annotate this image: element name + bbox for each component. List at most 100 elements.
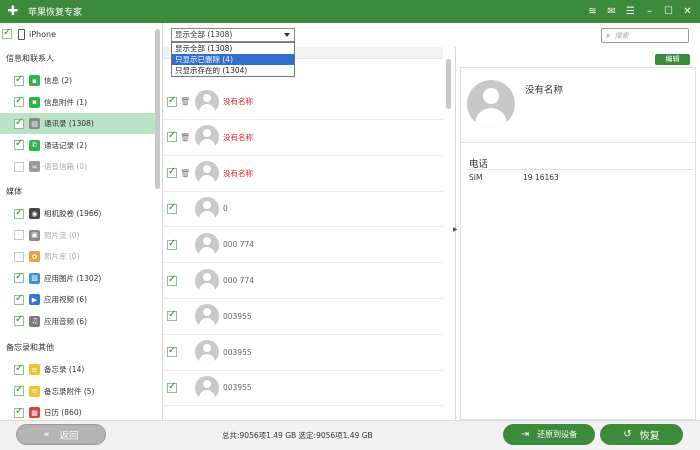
notes-icon: ≡ — [29, 364, 40, 375]
contact-checkbox[interactable] — [167, 381, 177, 393]
sidebar-section-title: 信息和联系人 — [6, 54, 54, 63]
contact-name: 000 774 — [223, 240, 255, 250]
phone-section-title: 电话 — [469, 159, 489, 170]
search-icon: ⌕ — [606, 30, 611, 40]
sidebar-item[interactable]: ▶ 应用视频 (6) — [0, 289, 155, 310]
contact-row[interactable]: 🗑 没有名称 — [163, 156, 443, 192]
filter-option[interactable]: 只显示存在的 (1304) — [172, 65, 294, 76]
sidebar-item-checkbox[interactable] — [14, 95, 24, 107]
sidebar-item-checkbox[interactable] — [14, 138, 24, 150]
restore-icon: ↺ — [623, 429, 632, 440]
device-row[interactable]: iPhone — [0, 26, 155, 42]
message-icon[interactable]: ✉ — [605, 5, 618, 18]
contact-row[interactable]: 000 774 — [163, 263, 443, 299]
sidebar-item[interactable]: ≡ 备忘录附件 (5) — [0, 381, 155, 402]
restore-to-device-button[interactable]: ⇥ 还原到设备 — [503, 424, 595, 445]
sidebar-item[interactable]: ≡ 备忘录 (14) — [0, 359, 155, 380]
contact-detail-card: 没有名称 电话 SIM 19 16163 — [460, 67, 696, 420]
sidebar-item-checkbox[interactable] — [14, 117, 24, 129]
contact-row[interactable]: 003955 — [163, 335, 443, 371]
contact-row[interactable]: 003955 — [163, 299, 443, 335]
sidebar-item-label: 备忘录附件 (5) — [44, 386, 95, 396]
device-label: iPhone — [29, 29, 57, 39]
edit-button[interactable]: 编辑 — [655, 54, 690, 65]
app-title: 苹果恢复专家 — [28, 8, 83, 18]
contact-row[interactable]: 0 — [163, 191, 443, 228]
sidebar-item[interactable]: ▣ 照片流 (0) — [0, 225, 155, 246]
filter-select[interactable]: 显示全部 (1308) — [171, 28, 295, 42]
sidebar-item-checkbox[interactable] — [14, 314, 24, 326]
contact-checkbox[interactable] — [167, 202, 177, 214]
sidebar-item-checkbox[interactable] — [14, 251, 24, 262]
contact-row[interactable]: 🗑 没有名称 — [163, 84, 443, 120]
sidebar-item-checkbox[interactable] — [14, 406, 24, 418]
contact-name: 000 774 — [223, 276, 255, 285]
message-attachment-icon: ▪ — [29, 96, 40, 108]
sidebar-item-checkbox[interactable] — [14, 384, 24, 396]
sidebar-item[interactable]: ◉ 相机胶卷 (1966) — [0, 203, 155, 224]
contact-row[interactable]: 🗑 没有名称 — [163, 120, 443, 156]
search-box[interactable]: ⌕ 搜索 — [601, 28, 689, 43]
message-icon: ▪ — [29, 75, 40, 86]
sidebar-item-checkbox[interactable] — [14, 161, 24, 172]
app-logo-icon: ✚ — [7, 3, 19, 19]
sidebar-item-label: 相机胶卷 (1966) — [44, 209, 102, 218]
calendar-icon: ▦ — [29, 407, 40, 418]
sidebar-item[interactable]: ✿ 照片库 (0) — [0, 246, 155, 267]
sidebar-item[interactable]: ▪ 信息 (2) — [0, 70, 155, 91]
contact-row[interactable]: 000 774 — [163, 227, 443, 264]
contact-checkbox[interactable] — [167, 309, 177, 322]
sidebar-item[interactable]: ▤ 通讯录 (1308) — [0, 113, 155, 134]
double-chevron-left-icon: « — [43, 429, 50, 440]
sidebar-item[interactable]: ✆ 通话记录 (2) — [0, 135, 155, 156]
filter-option[interactable]: 只显示已删除 (4) — [172, 54, 294, 65]
sidebar-item[interactable]: ∞ 语音信箱 (0) — [0, 156, 155, 177]
contact-avatar — [195, 232, 219, 257]
sidebar-section-title: 媒体 — [6, 187, 22, 196]
contact-name: 003955 — [223, 311, 252, 321]
list-scrollbar[interactable] — [446, 59, 451, 109]
menu-icon[interactable]: ☰ — [624, 5, 637, 18]
trash-icon: 🗑 — [180, 97, 191, 106]
filter-selected-value: 显示全部 (1308) — [175, 30, 233, 39]
contact-checkbox[interactable] — [167, 238, 177, 250]
sidebar-item-checkbox[interactable] — [14, 271, 24, 283]
contact-checkbox[interactable] — [167, 130, 177, 143]
maximize-icon[interactable]: ☐ — [662, 5, 675, 18]
contact-row[interactable]: 003955 — [163, 370, 443, 407]
sidebar-item-checkbox[interactable] — [14, 293, 24, 305]
phone-number: 19 16163 — [523, 173, 559, 182]
sidebar-scrollbar[interactable] — [155, 29, 160, 189]
filter-option[interactable]: 显示全部 (1308) — [172, 43, 294, 54]
device-checkbox[interactable] — [2, 27, 12, 39]
app-photos-icon: ▨ — [29, 272, 40, 284]
wifi-icon[interactable]: ≋ — [586, 5, 599, 18]
trash-icon: 🗑 — [180, 168, 191, 178]
camera-icon: ◉ — [29, 208, 40, 219]
sidebar-item[interactable]: ▦ 日历 (860) — [0, 402, 155, 420]
sidebar-item[interactable]: ♫ 应用音频 (6) — [0, 311, 155, 332]
contact-name: 003955 — [223, 347, 252, 357]
close-icon[interactable]: ✕ — [681, 5, 694, 18]
contact-checkbox[interactable] — [167, 166, 177, 179]
contact-avatar — [195, 89, 219, 114]
back-button[interactable]: « 返回 — [16, 424, 106, 445]
sidebar-item-label: 照片流 (0) — [44, 230, 80, 240]
sidebar-item[interactable]: ▨ 应用图片 (1302) — [0, 268, 155, 289]
iphone-icon — [18, 28, 25, 40]
photo-stream-icon: ▣ — [29, 229, 40, 241]
sidebar-item-checkbox[interactable] — [14, 230, 24, 240]
title-bar: ✚ 苹果恢复专家 ≋ ✉ ☰ – ☐ ✕ — [0, 0, 700, 23]
contact-checkbox[interactable] — [167, 274, 177, 286]
sidebar-item-checkbox[interactable] — [14, 363, 24, 375]
sidebar-item-checkbox[interactable] — [14, 207, 24, 219]
minimize-icon[interactable]: – — [643, 5, 656, 18]
back-button-label: 返回 — [59, 430, 79, 442]
contact-checkbox[interactable] — [167, 345, 177, 358]
sidebar-item[interactable]: ▪ 信息附件 (1) — [0, 92, 155, 113]
restore-button[interactable]: ↺ 恢复 — [600, 424, 683, 445]
contact-avatar — [195, 125, 219, 150]
contact-checkbox[interactable] — [167, 95, 177, 107]
sidebar-item-checkbox[interactable] — [14, 74, 24, 86]
sidebar-item-label: 备忘录 (14) — [44, 365, 85, 374]
